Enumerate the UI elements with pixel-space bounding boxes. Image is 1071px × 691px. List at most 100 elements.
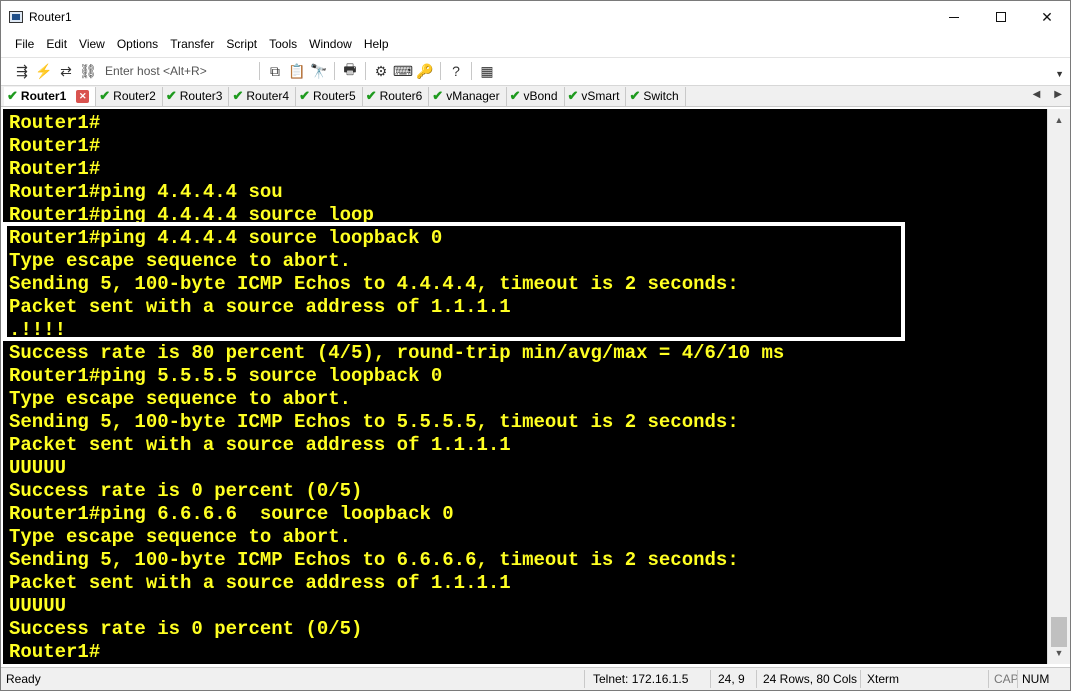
keymap-icon[interactable]: ⌨ [392, 60, 414, 82]
tab-router3[interactable]: ✔ Router3 [163, 86, 230, 106]
tab-label: vManager [446, 89, 500, 103]
tab-label: Router4 [246, 89, 290, 103]
tab-label: Router2 [113, 89, 156, 103]
toolbar-separator [440, 62, 441, 80]
status-divider [756, 670, 757, 688]
tab-close-icon[interactable]: ✕ [76, 89, 90, 103]
connect-icon[interactable]: ⇶ [11, 60, 33, 82]
print-icon[interactable]: 🖶 [339, 60, 361, 82]
status-ready: Ready [6, 672, 41, 686]
tab-label: Switch [643, 89, 679, 103]
close-button[interactable]: ✕ [1024, 1, 1070, 33]
menu-edit[interactable]: Edit [40, 34, 73, 55]
connected-check-icon: ✔ [567, 88, 579, 103]
tab-router6[interactable]: ✔ Router6 [363, 86, 430, 106]
help-icon[interactable]: ? [445, 60, 467, 82]
tab-vmanager[interactable]: ✔ vManager [429, 86, 507, 106]
terminal-output[interactable]: Router1# Router1# Router1# Router1#ping … [3, 109, 1047, 664]
connected-check-icon: ✔ [365, 88, 377, 103]
tab-label: vSmart [581, 89, 620, 103]
sftp-icon[interactable]: ▦ [476, 60, 498, 82]
tab-router1[interactable]: ✔ Router1 ✕ [4, 86, 97, 106]
scroll-thumb[interactable] [1051, 617, 1067, 647]
menu-window[interactable]: Window [303, 34, 358, 55]
terminal-line: Type escape sequence to abort. [9, 526, 352, 548]
find-icon[interactable]: 🔭 [308, 60, 330, 82]
tab-vsmart[interactable]: ✔ vSmart [565, 86, 627, 106]
terminal-line: Packet sent with a source address of 1.1… [9, 572, 511, 594]
toolbar-separator [471, 62, 472, 80]
terminal-line: Router1# [9, 135, 101, 157]
tab-vbond[interactable]: ✔ vBond [507, 86, 565, 106]
paste-icon[interactable]: 📋 [286, 60, 308, 82]
minimize-button[interactable] [931, 1, 977, 33]
terminal-line: Type escape sequence to abort. [9, 388, 352, 410]
tab-router5[interactable]: ✔ Router5 [296, 86, 363, 106]
status-divider [1017, 670, 1018, 688]
title-bar: Router1 ✕ [1, 1, 1070, 33]
terminal-line: UUUUU [9, 595, 67, 617]
terminal-line: Router1#ping 4.4.4.4 sou [9, 181, 283, 203]
toolbar-separator [365, 62, 366, 80]
tab-scroll-right-icon[interactable]: ▶ [1054, 89, 1062, 100]
connected-check-icon: ✔ [432, 88, 444, 103]
terminal-line: Router1# [9, 112, 101, 134]
terminal-line: Packet sent with a source address of 1.1… [9, 434, 511, 456]
terminal-line: Success rate is 80 percent (4/5), round-… [9, 342, 785, 364]
gear-icon[interactable]: ⚙ [370, 60, 392, 82]
scroll-up-icon[interactable]: ▲ [1048, 111, 1070, 129]
status-cursor-position: 24, 9 [718, 672, 745, 686]
connected-check-icon: ✔ [7, 88, 18, 103]
menu-view[interactable]: View [73, 34, 111, 55]
menu-options[interactable]: Options [111, 34, 164, 55]
toolbar: ⇶ ⚡ ⇄ ⛓ Enter host <Alt+R> ⧉ 📋 🔭 🖶 ⚙ ⌨ 🔑… [1, 57, 1070, 84]
lightning-icon[interactable]: ⚡ [33, 60, 55, 82]
terminal-line: Sending 5, 100-byte ICMP Echos to 6.6.6.… [9, 549, 739, 571]
tab-switch[interactable]: ✔ Switch [626, 86, 686, 106]
highlight-box [3, 222, 905, 341]
status-terminal-type: Xterm [867, 672, 900, 686]
menu-script[interactable]: Script [220, 34, 263, 55]
tab-label: Router3 [179, 89, 223, 103]
connected-check-icon: ✔ [509, 88, 521, 103]
terminal-line: Router1#ping 6.6.6.6 source loopback 0 [9, 503, 454, 525]
link-icon[interactable]: ⛓ [77, 60, 99, 82]
tab-router2[interactable]: ✔ Router2 [96, 86, 163, 106]
terminal-line: Success rate is 0 percent (0/5) [9, 480, 363, 502]
tab-label: Router1 [20, 89, 67, 103]
terminal-line: Sending 5, 100-byte ICMP Echos to 5.5.5.… [9, 411, 739, 433]
status-divider [988, 670, 989, 688]
close-icon: ✕ [1041, 8, 1053, 25]
tab-label: vBond [523, 89, 558, 103]
terminal-line: Router1#ping 5.5.5.5 source loopback 0 [9, 365, 443, 387]
menu-help[interactable]: Help [358, 34, 395, 55]
status-num: NUM [1022, 672, 1050, 686]
tab-label: Router6 [379, 89, 423, 103]
toolbar-overflow-icon[interactable]: ▼ [1055, 69, 1064, 79]
tab-router4[interactable]: ✔ Router4 [229, 86, 297, 106]
status-bar: Ready Telnet: 172.16.1.5 24, 9 24 Rows, … [1, 667, 1070, 690]
vertical-scrollbar[interactable]: ▲ ▼ [1047, 109, 1070, 664]
menu-file[interactable]: File [9, 34, 40, 55]
status-caps: CAP [994, 672, 1019, 686]
menu-bar: File Edit View Options Transfer Script T… [1, 34, 1070, 55]
status-dimensions: 24 Rows, 80 Cols [763, 672, 858, 686]
maximize-icon [996, 12, 1006, 22]
tab-label: Router5 [312, 89, 356, 103]
menu-transfer[interactable]: Transfer [164, 34, 220, 55]
maximize-button[interactable] [978, 1, 1024, 33]
host-input[interactable]: Enter host <Alt+R> [105, 64, 255, 78]
reconnect-icon[interactable]: ⇄ [55, 60, 77, 82]
toolbar-separator [259, 62, 260, 80]
minimize-icon [949, 16, 959, 18]
copy-icon[interactable]: ⧉ [264, 60, 286, 82]
app-icon [9, 11, 23, 23]
menu-tools[interactable]: Tools [263, 34, 303, 55]
terminal-line: Router1# [9, 641, 101, 663]
status-divider [584, 670, 585, 688]
key-icon[interactable]: 🔑 [414, 60, 436, 82]
status-divider [710, 670, 711, 688]
scroll-down-icon[interactable]: ▼ [1048, 644, 1070, 662]
connected-check-icon: ✔ [165, 88, 177, 103]
tab-scroll-left-icon[interactable]: ◀ [1033, 89, 1041, 100]
